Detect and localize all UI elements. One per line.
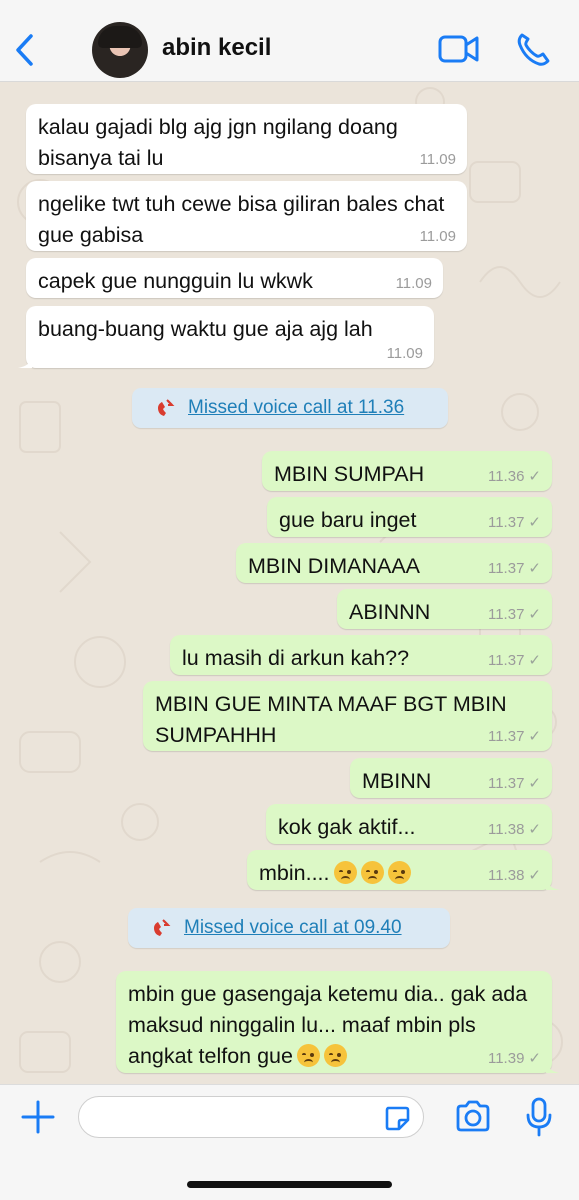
missed-call-icon	[154, 919, 171, 936]
message-time: 11.37 ✓	[488, 514, 541, 532]
phone-icon	[517, 33, 550, 66]
video-call-button[interactable]	[438, 30, 480, 73]
timestamp: 11.38	[487, 867, 525, 884]
composer-bar	[0, 1084, 579, 1200]
timestamp: 11.09	[386, 345, 423, 362]
chevron-left-icon	[16, 34, 33, 66]
timestamp: 11.36	[487, 468, 525, 485]
message-time: 11.09	[420, 151, 456, 169]
bubble-tail	[546, 1059, 560, 1073]
outgoing-message[interactable]: mbin.... 11.38 ✓	[247, 850, 560, 890]
outgoing-message[interactable]: ABINNN 11.37 ✓	[337, 589, 552, 629]
avatar[interactable]	[92, 22, 148, 78]
chat-area[interactable]: kalau gajadi blg ajg jgn ngilang doang b…	[0, 82, 579, 1084]
message-time: 11.09	[420, 228, 456, 246]
sent-check-icon: ✓	[528, 1050, 541, 1067]
sticker-button[interactable]	[383, 1104, 411, 1137]
voice-note-button[interactable]	[525, 1097, 553, 1142]
message-text: mbin gue gasengaja ketemu dia.. gak ada …	[128, 982, 528, 1068]
message-text: MBIN GUE MINTA MAAF BGT MBIN SUMPAHHH	[155, 692, 507, 747]
message-input[interactable]	[78, 1096, 424, 1138]
sent-check-icon: ✓	[528, 728, 541, 745]
chat-header: abin kecil	[0, 0, 579, 82]
outgoing-message[interactable]: MBINN 11.37 ✓	[350, 758, 552, 798]
sticker-icon	[385, 1106, 410, 1131]
outgoing-message[interactable]: MBIN DIMANAAA 11.37 ✓	[236, 543, 552, 583]
missed-call-notice[interactable]: Missed voice call at 11.36	[132, 388, 448, 428]
message-time: 11.38 ✓	[488, 821, 541, 839]
timestamp: 11.09	[395, 275, 432, 292]
pensive-face-icon	[323, 1044, 347, 1067]
message-text: kalau gajadi blg ajg jgn ngilang doang b…	[38, 115, 398, 170]
plus-icon	[21, 1100, 55, 1134]
timestamp: 11.37	[487, 652, 525, 669]
message-time: 11.37 ✓	[488, 652, 541, 670]
bubble-tail	[546, 876, 560, 890]
incoming-message[interactable]: ngelike twt tuh cewe bisa giliran bales …	[26, 181, 467, 251]
home-indicator	[187, 1181, 392, 1188]
incoming-message[interactable]: buang-buang waktu gue aja ajg lah 11.09	[18, 306, 434, 368]
pensive-face-icon	[333, 861, 357, 884]
pensive-face-icon	[360, 861, 384, 884]
message-time: 11.39 ✓	[488, 1050, 541, 1068]
timestamp: 11.37	[487, 560, 525, 577]
missed-call-icon	[158, 399, 175, 416]
timestamp: 11.39	[487, 1050, 525, 1067]
message-time: 11.36 ✓	[488, 468, 541, 486]
message-text: capek gue nungguin lu wkwk	[38, 269, 313, 293]
timestamp: 11.38	[487, 821, 525, 838]
outgoing-message[interactable]: lu masih di arkun kah?? 11.37 ✓	[170, 635, 552, 675]
incoming-message[interactable]: capek gue nungguin lu wkwk 11.09	[26, 258, 443, 298]
attach-button[interactable]	[20, 1099, 56, 1140]
message-time: 11.09	[387, 345, 423, 363]
sent-check-icon: ✓	[528, 606, 541, 623]
sent-check-icon: ✓	[528, 560, 541, 577]
message-text: ngelike twt tuh cewe bisa giliran bales …	[38, 192, 445, 247]
timestamp: 11.37	[487, 514, 525, 531]
message-time: 11.38 ✓	[488, 867, 541, 885]
message-time: 11.37 ✓	[488, 606, 541, 624]
sent-check-icon: ✓	[528, 652, 541, 669]
voice-call-button[interactable]	[515, 30, 551, 73]
video-camera-icon	[438, 35, 479, 63]
message-time: 11.37 ✓	[488, 728, 541, 746]
sent-check-icon: ✓	[528, 468, 541, 485]
sent-check-icon: ✓	[528, 775, 541, 792]
message-time: 11.37 ✓	[488, 560, 541, 578]
message-time: 11.37 ✓	[488, 775, 541, 793]
back-button[interactable]	[10, 30, 40, 70]
sent-check-icon: ✓	[528, 867, 541, 884]
timestamp: 11.09	[419, 151, 456, 168]
pensive-face-icon	[296, 1044, 320, 1067]
timestamp: 11.37	[487, 728, 525, 745]
sent-check-icon: ✓	[528, 821, 541, 838]
outgoing-message[interactable]: MBIN SUMPAH 11.36 ✓	[262, 451, 552, 491]
camera-button[interactable]	[454, 1099, 492, 1138]
bubble-tail	[18, 354, 32, 368]
microphone-icon	[526, 1097, 552, 1137]
incoming-message[interactable]: kalau gajadi blg ajg jgn ngilang doang b…	[26, 104, 467, 174]
message-text: lu masih di arkun kah??	[182, 646, 410, 670]
sent-check-icon: ✓	[528, 514, 541, 531]
timestamp: 11.09	[419, 228, 456, 245]
outgoing-message[interactable]: mbin gue gasengaja ketemu dia.. gak ada …	[116, 971, 560, 1073]
camera-icon	[456, 1100, 490, 1132]
outgoing-message[interactable]: gue baru inget 11.37 ✓	[267, 497, 552, 537]
timestamp: 11.37	[487, 775, 525, 792]
missed-call-text[interactable]: Missed voice call at 09.40	[184, 917, 402, 939]
message-time: 11.09	[396, 275, 432, 293]
pensive-face-icon	[387, 861, 411, 884]
contact-name[interactable]: abin kecil	[162, 34, 271, 62]
outgoing-message[interactable]: kok gak aktif... 11.38 ✓	[266, 804, 552, 844]
outgoing-message[interactable]: MBIN GUE MINTA MAAF BGT MBIN SUMPAHHH 11.…	[143, 681, 552, 751]
missed-call-notice[interactable]: Missed voice call at 09.40	[128, 908, 450, 948]
timestamp: 11.37	[487, 606, 525, 623]
message-text: buang-buang waktu gue aja ajg lah	[38, 317, 373, 341]
missed-call-text[interactable]: Missed voice call at 11.36	[188, 397, 404, 419]
